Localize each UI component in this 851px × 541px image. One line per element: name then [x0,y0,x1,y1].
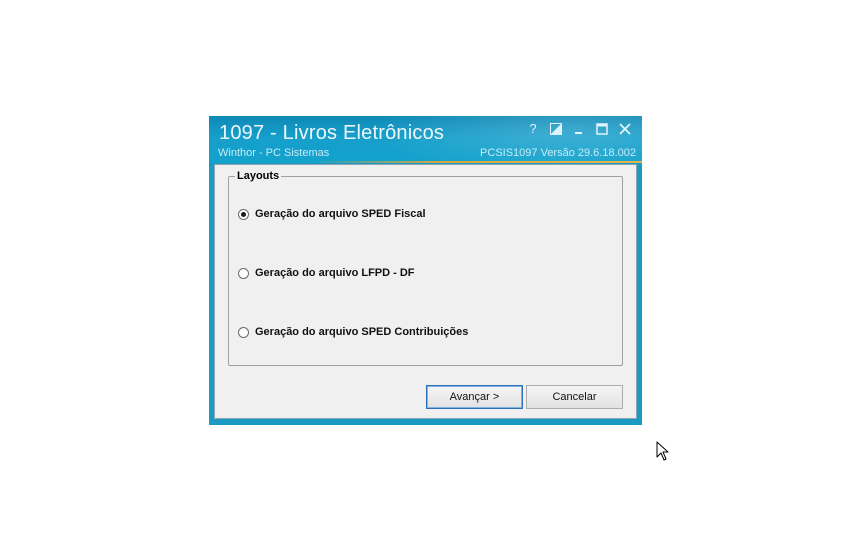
dialog-window: 1097 - Livros Eletrônicos Winthor - PC S… [209,116,642,425]
next-button-label: Avançar > [449,391,500,403]
radio-sped-contribuicoes[interactable]: Geração do arquivo SPED Contribuições [238,326,468,338]
version-info: PCSIS1097 Versão 29.6.18.002 [480,147,636,159]
help-button[interactable]: ? [525,121,541,137]
radio-sped-fiscal[interactable]: Geração do arquivo SPED Fiscal [238,208,426,220]
layouts-group-label: Layouts [235,170,282,182]
close-button[interactable] [617,121,633,137]
radio-lfpd-df[interactable]: Geração do arquivo LFPD - DF [238,267,415,279]
title-accent-line [309,161,642,163]
next-button[interactable]: Avançar > [426,385,523,409]
layouts-groupbox: Layouts Geração do arquivo SPED Fiscal G… [228,170,623,366]
dialog-body: Layouts Geração do arquivo SPED Fiscal G… [214,164,637,419]
cancel-button[interactable]: Cancelar [526,385,623,409]
question-mark-icon: ? [529,121,537,136]
radio-button-checked[interactable] [238,208,249,220]
radio-label: Geração do arquivo SPED Contribuições [255,326,469,338]
window-title: 1097 - Livros Eletrônicos [219,122,445,144]
resize-button[interactable] [548,121,564,137]
company-name: Winthor - PC Sistemas [218,147,330,159]
radio-button[interactable] [238,326,249,338]
radio-label: Geração do arquivo LFPD - DF [255,267,415,279]
minimize-icon [575,132,582,134]
mouse-pointer-icon [656,441,669,461]
radio-button[interactable] [238,267,249,279]
maximize-icon [596,123,608,135]
radio-label: Geração do arquivo SPED Fiscal [255,208,426,220]
maximize-button[interactable] [594,121,610,137]
cancel-button-label: Cancelar [552,391,597,403]
close-icon [619,123,631,135]
resize-icon [550,123,562,135]
minimize-button[interactable] [571,121,587,137]
title-bar[interactable]: 1097 - Livros Eletrônicos Winthor - PC S… [209,116,642,163]
